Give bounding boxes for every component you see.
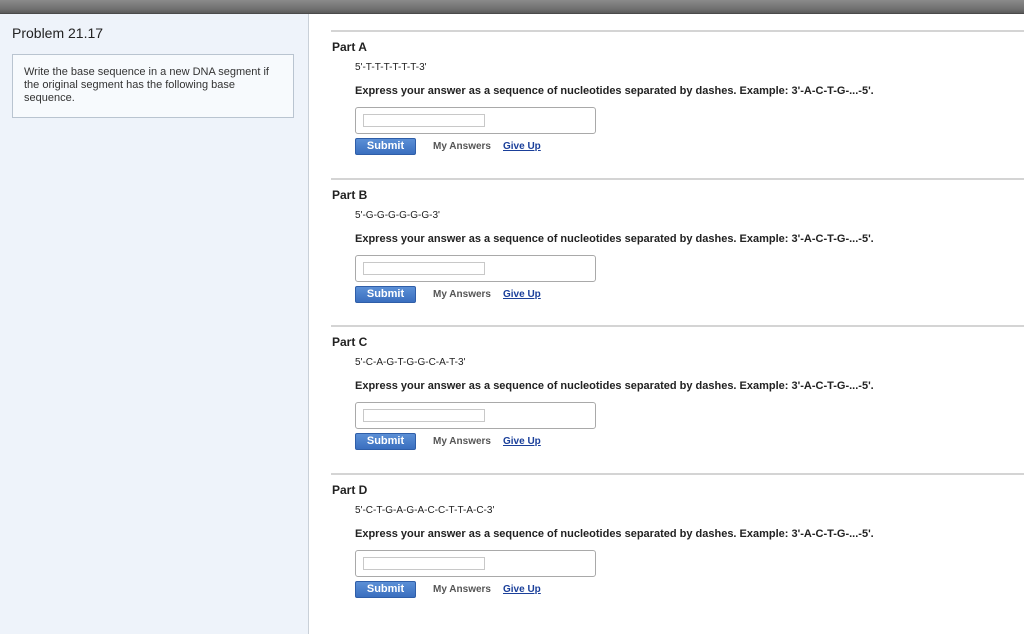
parts-panel: Part A 5'-T-T-T-T-T-T-3' Express your an… <box>309 14 1024 634</box>
my-answers-label: My Answers <box>433 289 491 300</box>
part-instruction: Express your answer as a sequence of nuc… <box>355 380 874 392</box>
part-a: Part A 5'-T-T-T-T-T-T-3' Express your an… <box>309 30 1024 178</box>
answer-input[interactable] <box>363 262 485 275</box>
part-c: Part C 5'-C-A-G-T-G-G-C-A-T-3' Express y… <box>309 325 1024 473</box>
part-b: Part B 5'-G-G-G-G-G-G-3' Express your an… <box>309 178 1024 326</box>
part-title: Part A <box>332 40 367 54</box>
submit-button[interactable]: Submit <box>355 581 416 598</box>
part-title: Part B <box>332 188 368 202</box>
my-answers-label: My Answers <box>433 141 491 152</box>
part-title: Part C <box>332 335 368 349</box>
my-answers-label: My Answers <box>433 584 491 595</box>
problem-sidebar: Problem 21.17 Write the base sequence in… <box>0 14 309 634</box>
give-up-link[interactable]: Give Up <box>503 436 541 447</box>
part-sequence: 5'-T-T-T-T-T-T-3' <box>355 62 427 73</box>
answer-box <box>355 550 596 577</box>
part-d: Part D 5'-C-T-G-A-G-A-C-C-T-T-A-C-3' Exp… <box>309 473 1024 621</box>
top-toolbar <box>0 0 1024 14</box>
give-up-link[interactable]: Give Up <box>503 584 541 595</box>
part-sequence: 5'-C-T-G-A-G-A-C-C-T-T-A-C-3' <box>355 505 495 516</box>
submit-button[interactable]: Submit <box>355 138 416 155</box>
problem-intro-text: Write the base sequence in a new DNA seg… <box>24 66 269 104</box>
answer-input[interactable] <box>363 114 485 127</box>
part-instruction: Express your answer as a sequence of nuc… <box>355 528 874 540</box>
part-divider <box>331 30 1024 32</box>
part-divider <box>331 473 1024 475</box>
submit-button[interactable]: Submit <box>355 433 416 450</box>
part-sequence: 5'-C-A-G-T-G-G-C-A-T-3' <box>355 357 466 368</box>
part-sequence: 5'-G-G-G-G-G-G-3' <box>355 210 440 221</box>
my-answers-label: My Answers <box>433 436 491 447</box>
give-up-link[interactable]: Give Up <box>503 141 541 152</box>
answer-input[interactable] <box>363 409 485 422</box>
answer-box <box>355 107 596 134</box>
part-divider <box>331 325 1024 327</box>
give-up-link[interactable]: Give Up <box>503 289 541 300</box>
part-instruction: Express your answer as a sequence of nuc… <box>355 233 874 245</box>
part-divider <box>331 178 1024 180</box>
answer-input[interactable] <box>363 557 485 570</box>
part-instruction: Express your answer as a sequence of nuc… <box>355 85 874 97</box>
answer-box <box>355 255 596 282</box>
submit-button[interactable]: Submit <box>355 286 416 303</box>
answer-box <box>355 402 596 429</box>
problem-title: Problem 21.17 <box>12 25 104 41</box>
problem-intro-box: Write the base sequence in a new DNA seg… <box>12 54 294 118</box>
part-title: Part D <box>332 483 368 497</box>
